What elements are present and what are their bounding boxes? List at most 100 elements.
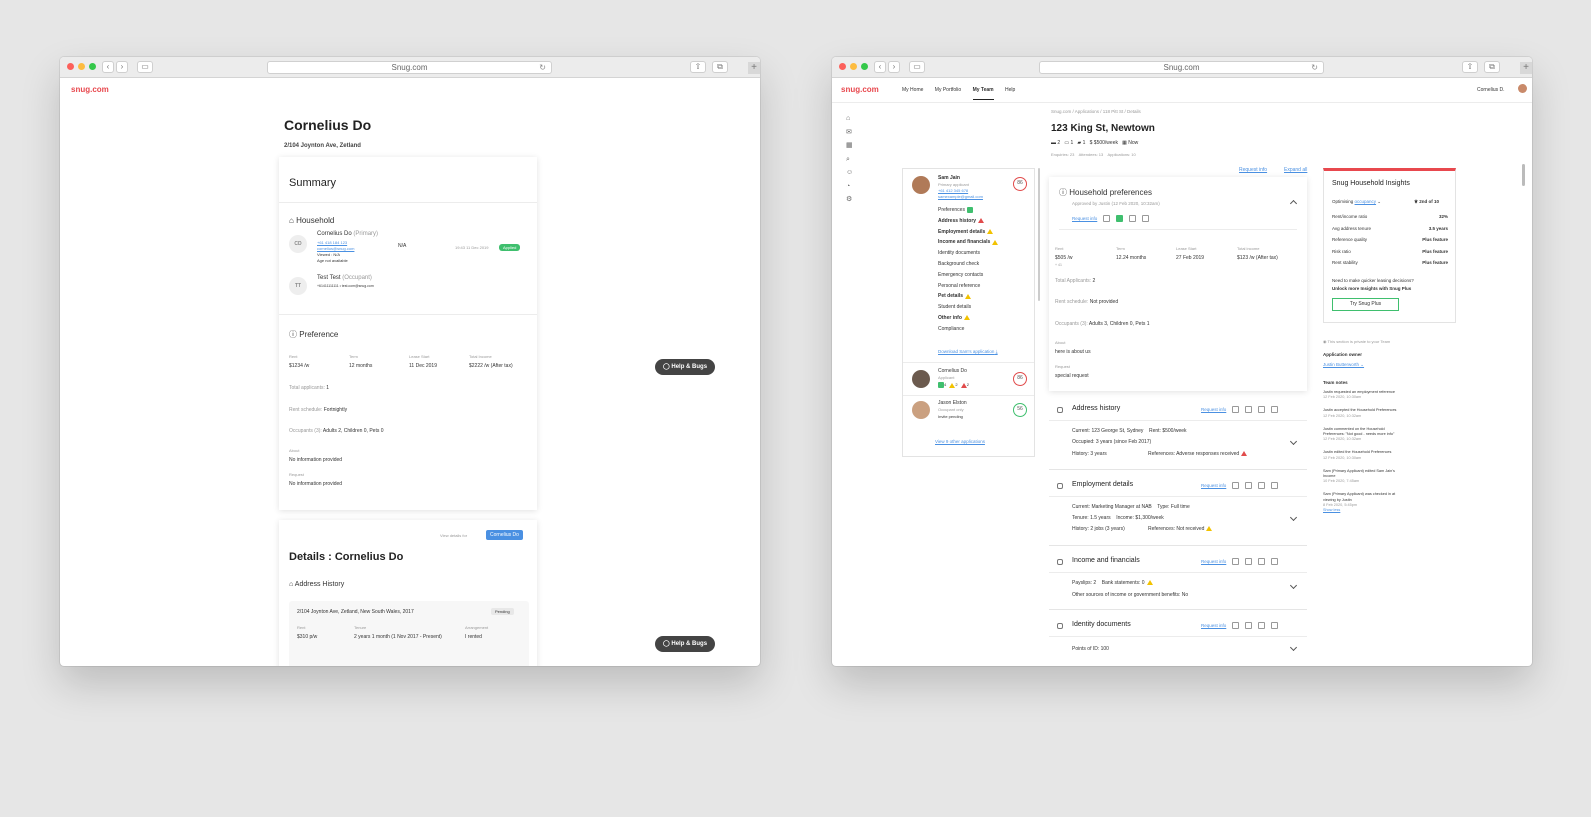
home-icon[interactable]: ⌂	[846, 112, 853, 126]
applicant-name[interactable]: Cornelius Do	[938, 368, 967, 374]
new-tab-button[interactable]: +	[748, 62, 760, 74]
pencil-icon[interactable]	[1232, 406, 1240, 413]
forward-icon[interactable]: ›	[888, 61, 900, 73]
applicant-name[interactable]: Sam Jain	[938, 175, 960, 181]
share-icon[interactable]: ⇧	[1462, 61, 1478, 73]
email-link[interactable]: cornelius@snug.com	[317, 246, 354, 251]
minimize-window-button[interactable]	[850, 63, 857, 70]
comment-icon[interactable]	[1271, 558, 1279, 565]
calendar-icon[interactable]: ▦	[846, 139, 853, 153]
avatar[interactable]	[912, 176, 930, 194]
back-icon[interactable]: ‹	[102, 61, 114, 73]
approve-icon[interactable]	[1245, 558, 1253, 565]
people-icon[interactable]: ☺	[846, 166, 853, 180]
maximize-window-button[interactable]	[89, 63, 96, 70]
comment-icon[interactable]	[1271, 482, 1279, 489]
pencil-icon[interactable]	[1232, 482, 1240, 489]
show-less-link[interactable]: Show less	[1323, 508, 1403, 513]
occupant-name[interactable]: Test Test (Occupant)	[317, 275, 372, 281]
reject-icon[interactable]	[1258, 558, 1266, 565]
approve-icon[interactable]	[1116, 215, 1124, 222]
share-icon[interactable]: ⇧	[690, 61, 706, 73]
expand-icon[interactable]	[1289, 513, 1298, 522]
reload-icon[interactable]: ↻	[539, 62, 546, 73]
avatar[interactable]	[912, 401, 930, 419]
checklist-employment[interactable]: Employment details	[938, 227, 998, 238]
gear-icon[interactable]: ⚙	[846, 193, 853, 207]
tabs-icon[interactable]: ⧉	[1484, 61, 1500, 73]
approve-icon[interactable]	[1245, 622, 1253, 629]
request-info-link[interactable]: Request info	[1072, 216, 1097, 221]
help-bugs-button[interactable]: ◯ Help & Bugs	[655, 636, 716, 652]
sidebar-icon[interactable]: ▭	[137, 61, 153, 73]
checklist-reference[interactable]: Personal reference	[938, 281, 998, 292]
expand-icon[interactable]	[1289, 437, 1298, 446]
applicant-selector-button[interactable]: Cornelius Do	[486, 530, 523, 540]
minimize-window-button[interactable]	[78, 63, 85, 70]
breadcrumb[interactable]: Snug.com / Applications / 118 Pitt St / …	[1051, 109, 1141, 114]
checklist-identity[interactable]: Identity documents	[938, 248, 998, 259]
checklist-compliance[interactable]: Compliance	[938, 324, 998, 335]
tabs-icon[interactable]: ⧉	[712, 61, 728, 73]
try-snug-plus-button[interactable]: Try Snug Plus	[1332, 298, 1399, 311]
optimising-select[interactable]: Optimising occupancy ⌄	[1332, 199, 1381, 205]
checklist-background[interactable]: Background check	[938, 259, 998, 270]
pencil-icon[interactable]	[1232, 622, 1240, 629]
nav-help[interactable]: Help	[1005, 87, 1015, 93]
reject-icon[interactable]	[1258, 622, 1266, 629]
primary-applicant-name[interactable]: Cornelius Do (Primary)	[317, 231, 378, 237]
owner-select[interactable]: Justin Butterworth ⌄	[1323, 362, 1364, 368]
expand-icon[interactable]	[1289, 643, 1298, 652]
request-info-link[interactable]: Request info	[1201, 483, 1226, 488]
mail-icon[interactable]: ✉	[846, 126, 853, 140]
comment-icon[interactable]	[1271, 406, 1279, 413]
close-window-button[interactable]	[839, 63, 846, 70]
close-window-button[interactable]	[67, 63, 74, 70]
checklist-other[interactable]: Other info	[938, 313, 998, 324]
download-application-link[interactable]: Download Sam's application ⤓	[938, 349, 998, 354]
avatar[interactable]	[912, 370, 930, 388]
phone-link[interactable]: +61 418 184 123	[317, 240, 347, 245]
checklist-preferences[interactable]: Preferences	[938, 205, 998, 216]
view-other-applications-link[interactable]: View 9 other applications	[935, 439, 985, 444]
checklist-student[interactable]: Student details	[938, 302, 998, 313]
reject-icon[interactable]	[1258, 406, 1266, 413]
request-info-link[interactable]: Request info	[1201, 559, 1226, 564]
nav-my-team[interactable]: My Team	[972, 87, 994, 100]
pencil-icon[interactable]	[1103, 215, 1111, 222]
request-info-link[interactable]: Request info	[1201, 623, 1226, 628]
comment-icon[interactable]	[1271, 622, 1279, 629]
approve-icon[interactable]	[1245, 406, 1253, 413]
avatar[interactable]	[1518, 84, 1527, 93]
snug-logo[interactable]: snug.com	[71, 85, 109, 94]
address-bar[interactable]: Snug.com ↻	[1039, 61, 1324, 74]
request-info-link[interactable]: Request info	[1239, 167, 1267, 173]
expand-all-link[interactable]: Expand all	[1284, 167, 1307, 173]
back-icon[interactable]: ‹	[874, 61, 886, 73]
pencil-icon[interactable]	[1232, 558, 1240, 565]
snug-logo[interactable]: snug.com	[841, 85, 879, 94]
request-info-link[interactable]: Request info	[1201, 407, 1226, 412]
forward-icon[interactable]: ›	[116, 61, 128, 73]
user-menu[interactable]: Cornelius D.	[1477, 87, 1505, 93]
checklist-address-history[interactable]: Address history	[938, 216, 998, 227]
maximize-window-button[interactable]	[861, 63, 868, 70]
help-bugs-button[interactable]: ◯ Help & Bugs	[655, 359, 716, 375]
approve-icon[interactable]	[1245, 482, 1253, 489]
collapse-icon[interactable]	[1289, 199, 1298, 208]
nav-my-home[interactable]: My Home	[902, 87, 923, 93]
reject-icon[interactable]	[1258, 482, 1266, 489]
comment-icon[interactable]	[1142, 215, 1150, 222]
phone-link[interactable]: +61 412 345 678	[938, 188, 968, 193]
checklist-pets[interactable]: Pet details	[938, 291, 998, 302]
chart-icon[interactable]: ◔	[846, 180, 853, 194]
checklist-income[interactable]: Income and financials	[938, 237, 999, 248]
expand-icon[interactable]	[1289, 581, 1298, 590]
scrollbar[interactable]	[1522, 164, 1525, 186]
reload-icon[interactable]: ↻	[1311, 62, 1318, 73]
nav-my-portfolio[interactable]: My Portfolio	[935, 87, 961, 93]
applicant-name[interactable]: Jason Elston	[938, 400, 967, 406]
sidebar-icon[interactable]: ▭	[909, 61, 925, 73]
scrollbar[interactable]	[1038, 168, 1040, 301]
reject-icon[interactable]	[1129, 215, 1137, 222]
